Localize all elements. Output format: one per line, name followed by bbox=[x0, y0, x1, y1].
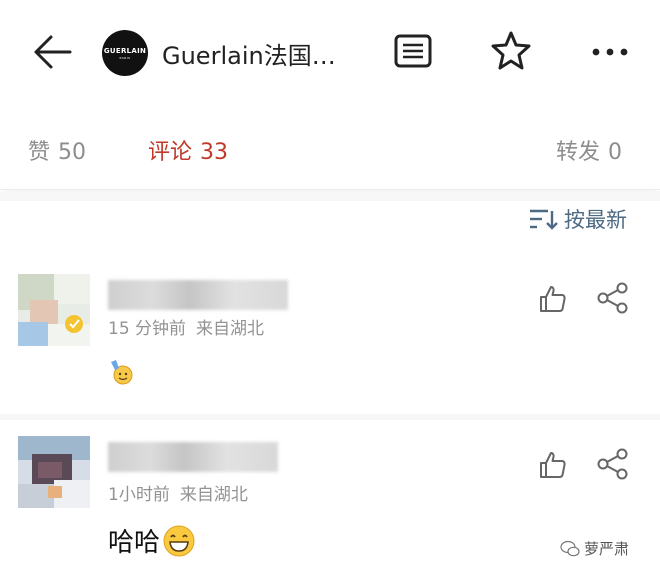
logo-text: GUERLAIN bbox=[103, 46, 147, 55]
tab-comments-label: 评论 bbox=[148, 140, 193, 165]
wechat-icon bbox=[560, 540, 580, 556]
comment-time: 15 分钟前 bbox=[108, 319, 187, 339]
comment-meta: 1小时前 来自湖北 bbox=[108, 480, 248, 505]
username-blurred[interactable] bbox=[108, 442, 278, 472]
brand-avatar[interactable]: GUERLAIN PARIS bbox=[102, 30, 148, 76]
document-icon bbox=[394, 34, 432, 68]
more-button[interactable] bbox=[590, 44, 630, 58]
avatar[interactable] bbox=[18, 274, 90, 346]
watermark: 萝严肃 bbox=[560, 538, 629, 559]
sort-list-icon bbox=[530, 209, 558, 230]
like-button[interactable] bbox=[538, 450, 568, 480]
share-button[interactable] bbox=[596, 448, 630, 480]
tab-reposts-label: 转发 bbox=[556, 140, 601, 165]
comment-location: 来自湖北 bbox=[196, 319, 265, 339]
tab-reposts[interactable]: 转发 0 bbox=[556, 134, 622, 166]
tab-likes-label: 赞 bbox=[28, 140, 51, 165]
share-button[interactable] bbox=[596, 282, 630, 314]
comment-time: 1小时前 bbox=[108, 485, 170, 505]
page-title[interactable]: Guerlain法国… bbox=[162, 36, 336, 71]
comment-location: 来自湖北 bbox=[179, 485, 248, 505]
arrow-left-icon bbox=[34, 35, 72, 69]
share-icon bbox=[597, 448, 628, 480]
blurred-avatar-image bbox=[18, 274, 90, 346]
top-nav-bar: GUERLAIN PARIS Guerlain法国… bbox=[0, 0, 660, 104]
comment-text: 哈哈 bbox=[108, 528, 161, 558]
avatar[interactable] bbox=[18, 436, 90, 508]
waving-hand-emoji bbox=[111, 360, 133, 385]
favorite-button[interactable] bbox=[490, 30, 532, 70]
watermark-text: 萝严肃 bbox=[584, 540, 630, 558]
share-icon bbox=[597, 282, 628, 314]
back-button[interactable] bbox=[30, 32, 74, 72]
username-blurred[interactable] bbox=[108, 280, 288, 310]
star-outline-icon bbox=[491, 31, 531, 70]
thumbs-up-icon bbox=[540, 452, 566, 478]
tab-reposts-count: 0 bbox=[608, 140, 623, 165]
sort-button[interactable]: 按最新 bbox=[528, 204, 627, 234]
blurred-avatar-image bbox=[18, 436, 90, 508]
tab-comments[interactable]: 评论 33 bbox=[148, 134, 228, 166]
logo-subtext: PARIS bbox=[119, 55, 131, 60]
tab-comments-count: 33 bbox=[200, 140, 229, 165]
comment-content bbox=[108, 358, 136, 386]
comment-meta: 15 分钟前 来自湖北 bbox=[108, 314, 264, 339]
thumbs-up-icon bbox=[540, 286, 566, 312]
more-dots-icon bbox=[592, 48, 628, 56]
comment-item: 15 分钟前 来自湖北 bbox=[0, 258, 660, 414]
grinning-face-emoji bbox=[163, 525, 195, 556]
comment-item: 1小时前 来自湖北 哈哈 bbox=[0, 420, 660, 558]
sort-label: 按最新 bbox=[564, 208, 627, 232]
tab-likes[interactable]: 赞 50 bbox=[28, 134, 86, 166]
tab-bar: 赞 50 评论 33 转发 0 bbox=[0, 104, 660, 190]
like-button[interactable] bbox=[538, 284, 568, 314]
section-gap bbox=[0, 191, 660, 201]
comment-content: 哈哈 bbox=[108, 522, 196, 559]
detail-button[interactable] bbox=[394, 34, 432, 68]
tab-likes-count: 50 bbox=[58, 140, 87, 165]
